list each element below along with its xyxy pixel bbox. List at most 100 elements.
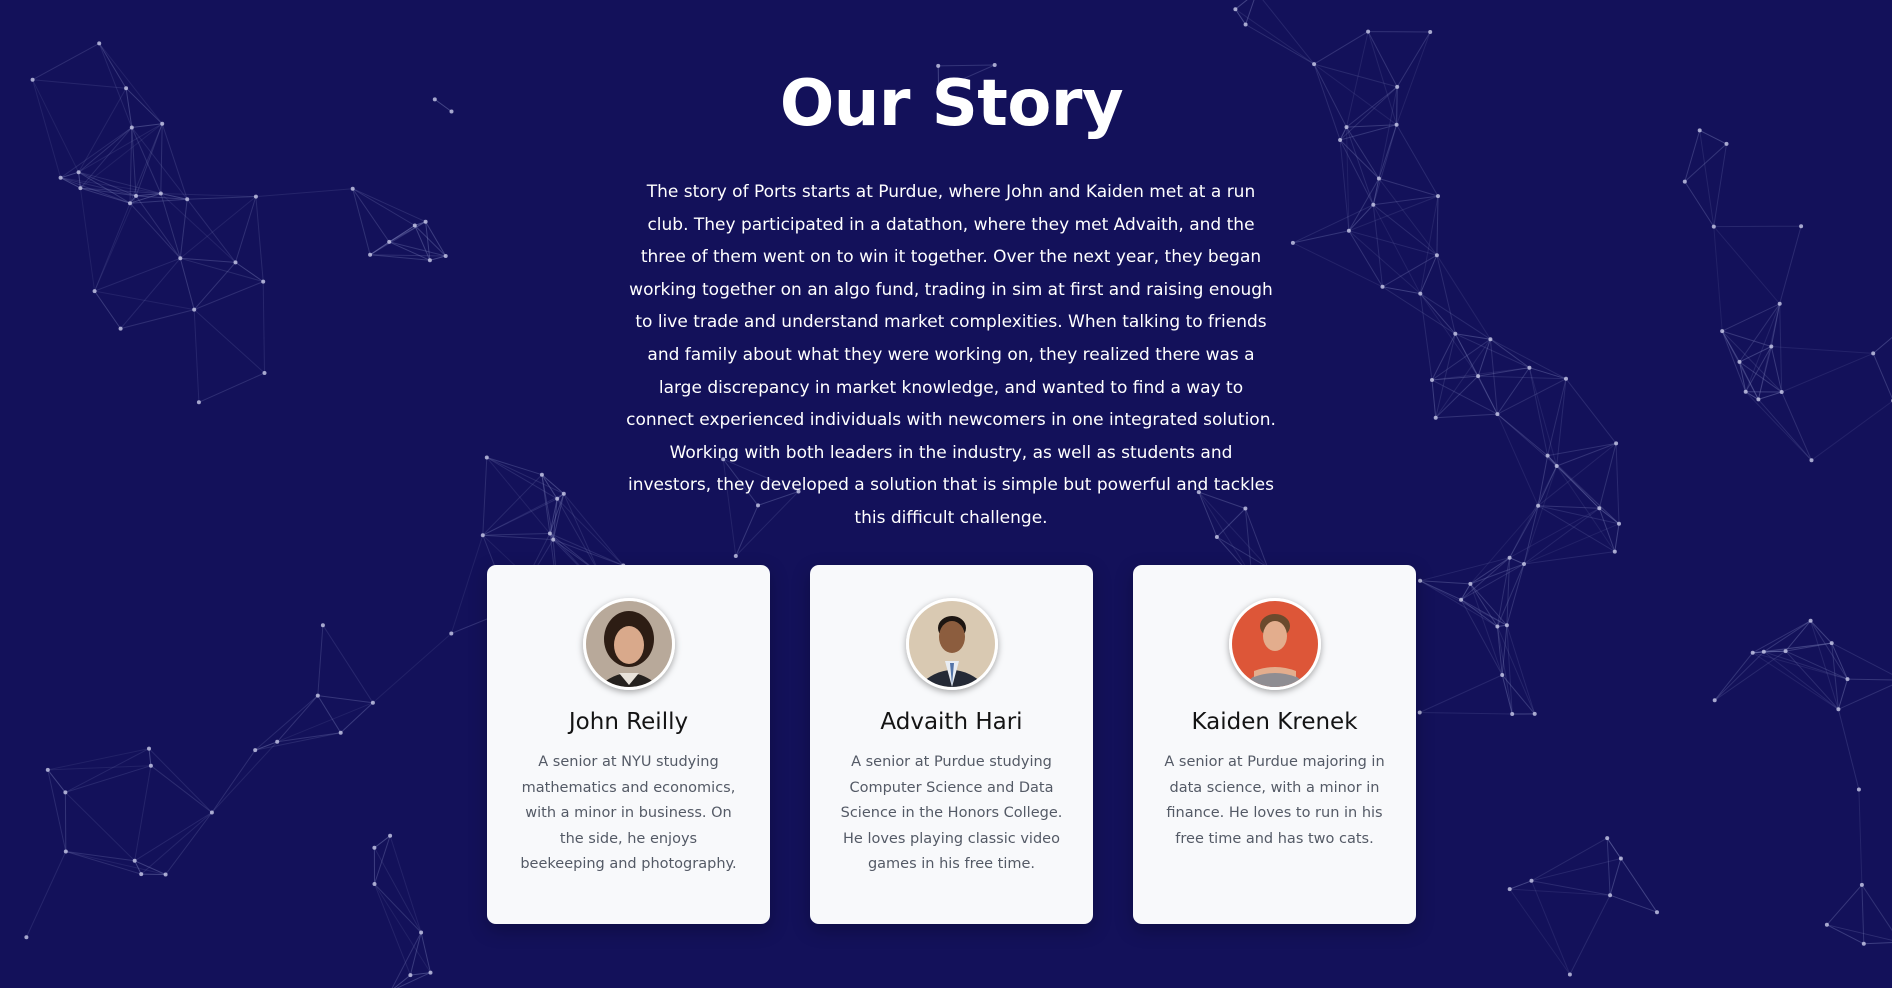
network-link bbox=[1858, 789, 1863, 885]
network-node bbox=[1743, 389, 1748, 394]
network-node bbox=[368, 252, 373, 257]
vertical-scrollbar[interactable] bbox=[1892, 0, 1903, 988]
network-link bbox=[1811, 400, 1894, 461]
network-node bbox=[262, 371, 267, 375]
network-link bbox=[1262, 0, 1315, 65]
network-link bbox=[148, 748, 213, 813]
network-link bbox=[187, 196, 256, 200]
network-link bbox=[262, 281, 265, 374]
network-link bbox=[1861, 884, 1865, 944]
section-title: Our Story bbox=[779, 67, 1124, 141]
network-link bbox=[60, 171, 79, 179]
network-link bbox=[317, 695, 342, 733]
network-link bbox=[160, 193, 236, 263]
network-link bbox=[1598, 443, 1617, 509]
network-node bbox=[147, 746, 151, 751]
avatar-advaith-hari bbox=[906, 598, 998, 690]
network-node bbox=[97, 41, 102, 46]
network-node bbox=[63, 790, 68, 795]
avatar-photo-kaiden bbox=[1232, 601, 1318, 687]
member-name: Kaiden Krenek bbox=[1191, 709, 1358, 735]
network-link bbox=[1435, 413, 1498, 419]
network-node bbox=[1655, 910, 1659, 915]
network-link bbox=[94, 257, 181, 292]
network-link bbox=[1771, 346, 1874, 354]
network-link bbox=[1826, 924, 1865, 945]
avatar-photo-john bbox=[586, 601, 672, 687]
network-node bbox=[261, 279, 266, 284]
network-node bbox=[128, 201, 132, 206]
network-node bbox=[539, 472, 544, 477]
network-node bbox=[1495, 412, 1500, 417]
network-node bbox=[1711, 224, 1716, 229]
network-link bbox=[374, 883, 411, 976]
network-link bbox=[1245, 0, 1255, 25]
network-node bbox=[1522, 562, 1526, 566]
network-node bbox=[547, 531, 552, 536]
network-link bbox=[1373, 195, 1439, 206]
network-link bbox=[1837, 678, 1848, 710]
network-node bbox=[419, 930, 424, 935]
network-link bbox=[1382, 254, 1438, 288]
network-node bbox=[1682, 179, 1687, 184]
network-link bbox=[1497, 378, 1567, 415]
network-link bbox=[1420, 580, 1471, 585]
network-node bbox=[1380, 284, 1385, 289]
network-link bbox=[409, 932, 422, 976]
network-link bbox=[1490, 338, 1530, 369]
network-node bbox=[1417, 710, 1422, 715]
network-node bbox=[192, 307, 197, 312]
network-link bbox=[1763, 651, 1848, 680]
network-link bbox=[1372, 204, 1421, 294]
network-link bbox=[25, 851, 67, 938]
network-link bbox=[1714, 651, 1765, 701]
network-link bbox=[486, 457, 565, 495]
network-node bbox=[350, 186, 355, 191]
network-node bbox=[58, 175, 63, 180]
network-link bbox=[482, 474, 543, 536]
network-node bbox=[1532, 711, 1537, 716]
network-link bbox=[1713, 143, 1727, 227]
network-link bbox=[211, 741, 278, 813]
network-link bbox=[486, 457, 543, 476]
network-link bbox=[94, 203, 131, 292]
network-node bbox=[1214, 535, 1219, 539]
network-link bbox=[1609, 858, 1622, 896]
network-link bbox=[1509, 465, 1558, 558]
network-link bbox=[1779, 226, 1802, 304]
network-link bbox=[276, 695, 319, 743]
network-node bbox=[1608, 893, 1613, 898]
network-link bbox=[179, 258, 195, 310]
network-link bbox=[389, 241, 446, 257]
network-link bbox=[179, 196, 257, 259]
network-link bbox=[1872, 353, 1894, 401]
network-node bbox=[253, 748, 258, 753]
network-link bbox=[1614, 523, 1620, 552]
network-link bbox=[1470, 505, 1539, 585]
network-node bbox=[1430, 378, 1434, 382]
network-node bbox=[1750, 650, 1755, 655]
network-link bbox=[1431, 379, 1437, 418]
network-node bbox=[1861, 941, 1866, 946]
network-link bbox=[317, 695, 373, 704]
network-node bbox=[555, 496, 560, 501]
member-bio: A senior at NYU studying mathematics and… bbox=[520, 754, 737, 872]
network-node bbox=[132, 858, 137, 863]
network-node bbox=[1605, 836, 1610, 841]
network-link bbox=[255, 188, 353, 198]
network-node bbox=[233, 260, 238, 265]
network-link bbox=[352, 188, 371, 255]
network-link bbox=[1292, 230, 1350, 244]
network-link bbox=[1509, 880, 1532, 890]
page: Our Story The story of Ports starts at P… bbox=[0, 0, 1903, 988]
network-link bbox=[1419, 712, 1513, 715]
network-link bbox=[120, 257, 181, 329]
network-node bbox=[185, 197, 190, 202]
network-link bbox=[1745, 391, 1812, 461]
network-link bbox=[254, 695, 319, 751]
network-link bbox=[65, 851, 142, 875]
network-node bbox=[1783, 649, 1788, 654]
network-node bbox=[1856, 787, 1861, 792]
network-node bbox=[63, 849, 68, 854]
network-link bbox=[1758, 399, 1812, 461]
